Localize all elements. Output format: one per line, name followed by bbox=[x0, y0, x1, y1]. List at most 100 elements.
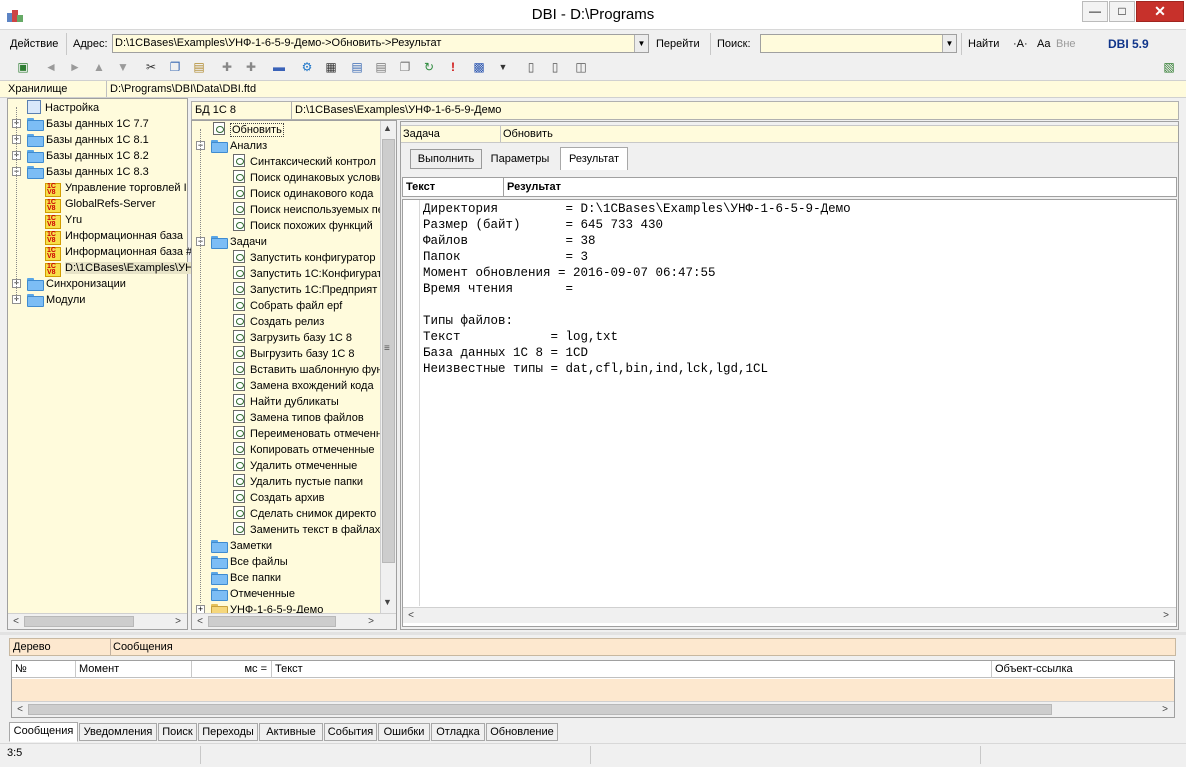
tree-item[interactable]: + Базы данных 1С 7.7 bbox=[12, 116, 149, 132]
address-combo[interactable]: D:\1CBases\Examples\УНФ-1-6-5-9-Демо->Об… bbox=[112, 34, 649, 53]
grid-icon[interactable]: ▦ bbox=[322, 58, 340, 76]
task-item[interactable]: Заменить текст в файлах bbox=[233, 522, 380, 538]
tree-item-base[interactable]: 1C V8 Управление торговлей I bbox=[45, 180, 187, 197]
scroll-right-icon[interactable]: > bbox=[1158, 703, 1172, 717]
tree-item[interactable]: + Базы данных 1С 8.1 bbox=[12, 132, 149, 148]
alert-icon[interactable]: ! bbox=[444, 58, 462, 76]
bottom-tab[interactable]: Активные bbox=[259, 723, 323, 741]
bottom-tab[interactable]: События bbox=[324, 723, 377, 741]
task-item[interactable]: Загрузить базу 1С 8 bbox=[233, 330, 352, 346]
case-toggle[interactable]: Aa bbox=[1037, 34, 1050, 54]
task-item[interactable]: Поиск одинаковых услови bbox=[233, 170, 383, 186]
bottom-tab[interactable]: Сообщения bbox=[9, 722, 78, 742]
task-folder[interactable]: Отмеченные bbox=[211, 586, 295, 602]
col-ms[interactable]: мс = bbox=[192, 661, 272, 678]
task-item[interactable]: Выгрузить базу 1С 8 bbox=[233, 346, 355, 362]
action-menu[interactable]: Действие bbox=[10, 34, 58, 54]
dropdown-arrow-icon[interactable]: ▼ bbox=[942, 35, 956, 52]
task-item[interactable]: Создать релиз bbox=[233, 314, 324, 330]
task-folder[interactable]: Заметки bbox=[211, 538, 272, 554]
bottom-tab[interactable]: Обновление bbox=[486, 723, 558, 741]
horizontal-scrollbar[interactable]: < > bbox=[403, 607, 1176, 623]
scroll-left-icon[interactable]: < bbox=[9, 615, 23, 629]
tree-item[interactable]: − Базы данных 1С 8.3 bbox=[12, 164, 149, 180]
split-vertical-icon[interactable]: ▯ bbox=[522, 58, 540, 76]
paste-icon[interactable]: ▤ bbox=[190, 58, 208, 76]
new-icon[interactable]: ▣ bbox=[14, 58, 32, 76]
tree-item-base[interactable]: 1C V8 GlobalRefs-Server bbox=[45, 196, 155, 213]
scroll-left-icon[interactable]: < bbox=[404, 609, 418, 623]
task-item[interactable]: Вставить шаблонную фун bbox=[233, 362, 383, 378]
chevron-down-icon[interactable]: ▼ bbox=[494, 58, 512, 76]
scroll-right-icon[interactable]: > bbox=[364, 615, 378, 629]
task-item[interactable]: Копировать отмеченные bbox=[233, 442, 375, 458]
remove-icon[interactable]: ▬ bbox=[270, 58, 288, 76]
task-item[interactable]: Поиск одинакового кода bbox=[233, 186, 373, 202]
col-number[interactable]: № bbox=[12, 661, 76, 678]
bottom-tab[interactable]: Поиск bbox=[158, 723, 197, 741]
refresh-icon[interactable]: ↻ bbox=[420, 58, 438, 76]
scroll-left-icon[interactable]: < bbox=[13, 703, 27, 717]
back-icon[interactable]: ◄ bbox=[42, 58, 60, 76]
scroll-left-icon[interactable]: < bbox=[193, 615, 207, 629]
task-item[interactable]: Поиск неиспользуемых пе bbox=[233, 202, 384, 218]
bottom-tab[interactable]: Ошибки bbox=[378, 723, 430, 741]
split-horizontal-icon[interactable]: ▯ bbox=[546, 58, 564, 76]
task-folder[interactable]: − Задачи bbox=[196, 234, 267, 250]
tree-item[interactable]: + Модули bbox=[12, 292, 85, 308]
documents-icon[interactable]: ❐ bbox=[396, 58, 414, 76]
task-item[interactable]: Найти дубликаты bbox=[233, 394, 339, 410]
run-button[interactable]: Выполнить bbox=[410, 149, 482, 169]
tree-item-base[interactable]: 1C V8 D:\1CBases\Examples\УН bbox=[45, 260, 194, 277]
tree-item-base[interactable]: 1C V8 Информационная база bbox=[45, 228, 183, 245]
task-item[interactable]: Собрать файл epf bbox=[233, 298, 342, 314]
task-item[interactable]: Обновить bbox=[213, 122, 284, 138]
scroll-up-icon[interactable]: ▲ bbox=[383, 123, 392, 133]
task-item[interactable]: Удалить пустые папки bbox=[233, 474, 363, 490]
color-icon[interactable]: ▩ bbox=[470, 58, 488, 76]
cut-icon[interactable]: ✂ bbox=[142, 58, 160, 76]
task-folder[interactable]: Все файлы bbox=[211, 554, 288, 570]
col-text[interactable]: Текст bbox=[272, 661, 992, 678]
scroll-right-icon[interactable]: > bbox=[171, 615, 185, 629]
copy-icon[interactable]: ❐ bbox=[166, 58, 184, 76]
task-item[interactable]: Запустить конфигуратор bbox=[233, 250, 375, 266]
task-item[interactable]: Создать архив bbox=[233, 490, 324, 506]
task-item[interactable]: Переименовать отмеченн bbox=[233, 426, 382, 442]
task-item[interactable]: Запустить 1С:Предприят bbox=[233, 282, 377, 298]
col-moment[interactable]: Момент bbox=[76, 661, 192, 678]
scroll-thumb[interactable] bbox=[28, 704, 1052, 715]
font-size-toggle[interactable]: ·A· bbox=[1013, 34, 1028, 54]
table-row[interactable] bbox=[12, 679, 1174, 701]
task-folder[interactable]: − Анализ bbox=[196, 138, 267, 154]
result-text-area[interactable]: Директория = D:\1CBases\Examples\УНФ-1-6… bbox=[402, 199, 1177, 627]
down-icon[interactable]: ▼ bbox=[114, 58, 132, 76]
task-tree[interactable]: Обновить − Анализ Синтаксический контрол Пои… bbox=[191, 120, 397, 630]
messages-table[interactable]: № Момент мс = Текст Объект-ссылка < > bbox=[11, 660, 1175, 718]
tree-item[interactable]: + Базы данных 1С 8.2 bbox=[12, 148, 149, 164]
close-button[interactable]: ✕ bbox=[1136, 1, 1184, 22]
splitter[interactable] bbox=[0, 632, 1186, 635]
task-folder[interactable]: Все папки bbox=[211, 570, 281, 586]
task-item[interactable]: Сделать снимок директо bbox=[233, 506, 376, 522]
storage-tree[interactable]: Настройка + Базы данных 1С 7.7 + Базы данных… bbox=[7, 98, 194, 630]
minimize-button[interactable]: — bbox=[1082, 1, 1108, 22]
bottom-tab[interactable]: Отладка bbox=[431, 723, 485, 741]
bottom-tab[interactable]: Уведомления bbox=[79, 723, 157, 741]
maximize-button[interactable]: □ bbox=[1109, 1, 1135, 22]
document-icon[interactable]: ▤ bbox=[348, 58, 366, 76]
task-item[interactable]: Синтаксический контрол bbox=[233, 154, 376, 170]
tree-item-base[interactable]: 1C V8 Yru bbox=[45, 212, 82, 229]
forward-icon[interactable]: ► bbox=[66, 58, 84, 76]
task-item[interactable]: Запустить 1С:Конфигурат bbox=[233, 266, 382, 282]
layout-icon[interactable]: ◫ bbox=[572, 58, 590, 76]
add-icon[interactable]: ✚ bbox=[218, 58, 236, 76]
book-icon[interactable]: ▧ bbox=[1160, 58, 1178, 76]
horizontal-scrollbar[interactable]: < > bbox=[192, 613, 396, 629]
col-object-ref[interactable]: Объект-ссылка bbox=[992, 661, 1174, 678]
find-button[interactable]: Найти bbox=[968, 34, 999, 54]
document-text-icon[interactable]: ▤ bbox=[372, 58, 390, 76]
scroll-right-icon[interactable]: > bbox=[1159, 609, 1173, 623]
tree-item[interactable]: Настройка bbox=[27, 100, 99, 116]
task-item[interactable]: Замена типов файлов bbox=[233, 410, 364, 426]
